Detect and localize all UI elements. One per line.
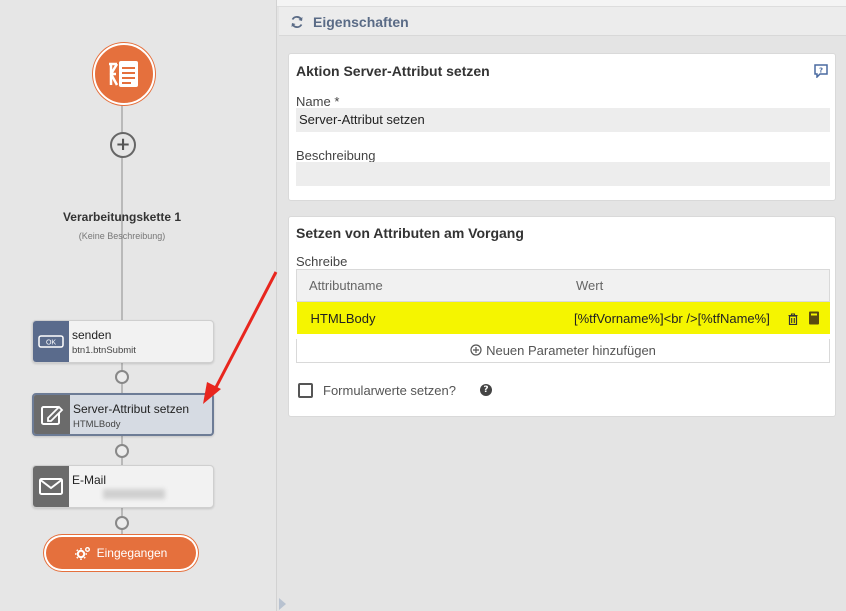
add-parameter-button[interactable]: Neuen Parameter hinzufügen [296, 339, 830, 363]
form-logo-icon[interactable] [93, 43, 155, 105]
attributes-table: Attributname Wert HTMLBody [%tfVorname%]… [296, 269, 830, 334]
ok-icon-text: OK [46, 340, 56, 347]
connector-dot[interactable] [115, 370, 129, 384]
form-values-label: Formularwerte setzen? [323, 383, 456, 398]
flow-node-senden[interactable]: OK senden btn1.btnSubmit [32, 320, 214, 363]
envelope-icon [33, 466, 69, 507]
flow-node-email[interactable]: E-Mail [32, 465, 214, 508]
book-icon[interactable] [808, 311, 820, 325]
connector-dot[interactable] [115, 444, 129, 458]
node-title: Server-Attribut setzen [73, 402, 190, 416]
ok-button-icon: OK [33, 321, 69, 362]
attribute-name-cell[interactable]: HTMLBody [296, 301, 564, 334]
flow-node-server-attribut[interactable]: Server-Attribut setzen HTMLBody [32, 393, 214, 436]
form-values-checkbox[interactable] [298, 383, 313, 398]
add-step-button[interactable]: + [110, 132, 136, 158]
chain-title: Verarbeitungskette 1 [62, 210, 182, 224]
column-header-wert: Wert [564, 269, 830, 302]
received-label: Eingegangen [96, 546, 168, 560]
node-subtitle: HTMLBody [73, 419, 121, 430]
action-card: Aktion Server-Attribut setzen ? Name * S… [288, 53, 836, 201]
help-chat-icon[interactable]: ? [814, 64, 828, 78]
redacted-subtitle [103, 489, 165, 499]
attributes-card: Setzen von Attributen am Vorgang Schreib… [288, 216, 836, 417]
properties-title: Eigenschaften [313, 14, 409, 30]
connector-dot[interactable] [115, 516, 129, 530]
attribute-value-cell[interactable]: [%tfVorname%]<br />[%tfName%] [564, 301, 830, 334]
edit-icon [34, 395, 70, 434]
table-header-row: Attributname Wert [296, 269, 830, 302]
column-header-attributname: Attributname [296, 269, 564, 302]
help-icon[interactable]: ? [480, 384, 492, 396]
process-chain-panel: + Verarbeitungskette 1 (Keine Beschreibu… [0, 0, 277, 611]
name-label-text: Name [296, 94, 331, 109]
required-mark: * [334, 94, 340, 109]
properties-header: Eigenschaften [279, 7, 846, 36]
row-actions [788, 311, 820, 328]
node-title: senden [72, 328, 112, 342]
description-label: Beschreibung [296, 148, 376, 163]
plus-circle-icon [470, 344, 482, 356]
trash-icon[interactable] [788, 313, 798, 326]
attributes-card-title: Setzen von Attributen am Vorgang [296, 225, 524, 241]
refresh-icon[interactable] [290, 15, 304, 29]
description-input[interactable] [296, 162, 830, 186]
received-button[interactable]: Eingegangen [46, 537, 196, 569]
node-subtitle: btn1.btnSubmit [72, 345, 136, 356]
attribute-value-text: [%tfVorname%]<br />[%tfName%] [574, 310, 770, 326]
svg-text:?: ? [819, 67, 823, 75]
name-input[interactable]: Server-Attribut setzen [296, 108, 830, 132]
name-label: Name * [296, 94, 339, 109]
add-parameter-label: Neuen Parameter hinzufügen [486, 343, 656, 358]
write-label: Schreibe [296, 254, 348, 269]
action-card-title: Aktion Server-Attribut setzen [296, 63, 490, 79]
node-title: E-Mail [72, 473, 107, 487]
chain-description: (Keine Beschreibung) [78, 231, 166, 241]
table-row[interactable]: HTMLBody [%tfVorname%]<br />[%tfName%] [296, 301, 830, 334]
properties-panel: Eigenschaften Aktion Server-Attribut set… [277, 0, 846, 611]
top-strip [277, 0, 846, 7]
gears-icon [74, 546, 90, 560]
collapse-arrow-icon[interactable] [279, 598, 286, 610]
